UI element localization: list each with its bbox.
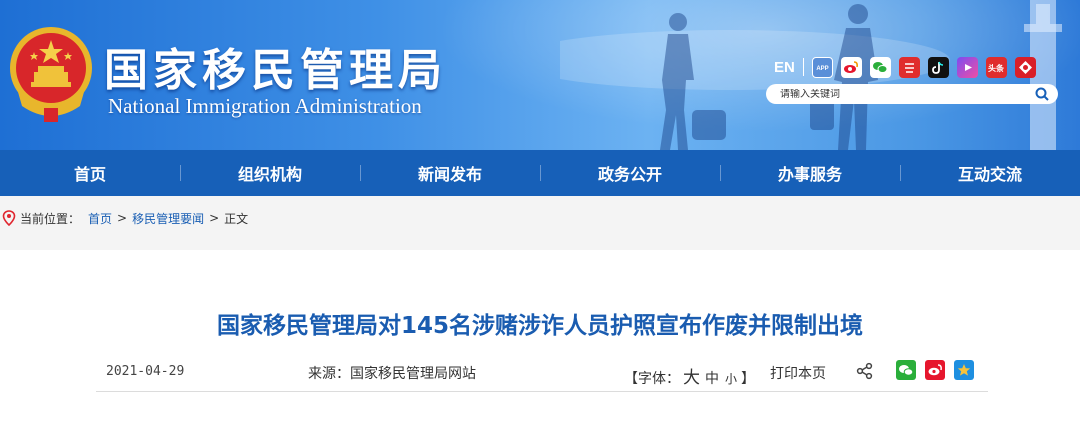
article-source: 来源：国家移民管理局网站	[308, 366, 476, 382]
site-title-en[interactable]: National Immigration Administration	[108, 94, 422, 119]
font-size-control: 【字体： 大 中 小 】	[624, 363, 755, 388]
font-small-button[interactable]: 小	[725, 370, 737, 387]
wechat-icon[interactable]	[869, 56, 891, 78]
breadcrumb-home-link[interactable]: 首页	[88, 210, 112, 227]
breadcrumb: 当前位置： 首页 > 移民管理要闻 > 正文	[0, 196, 1080, 240]
font-medium-button[interactable]: 中	[705, 368, 719, 388]
breadcrumb-current: 正文	[224, 211, 249, 226]
weibo-icon[interactable]	[840, 56, 862, 78]
breadcrumb-section-link[interactable]: 移民管理要闻	[132, 210, 204, 227]
article-title: 国家移民管理局对145名涉赌涉诈人员护照宣布作废并限制出境	[216, 313, 863, 339]
share-qzone-icon[interactable]	[954, 360, 974, 380]
toutiaohao-icon[interactable]: 头条	[985, 56, 1007, 78]
share-icon[interactable]	[856, 362, 874, 380]
breadcrumb-separator: >	[117, 211, 128, 225]
english-link[interactable]: EN	[774, 59, 795, 76]
app-icon[interactable]: APP	[811, 56, 833, 78]
print-button[interactable]: 打印本页	[770, 363, 826, 383]
font-size-label: 【字体：	[624, 371, 680, 387]
share-wechat-icon[interactable]	[896, 360, 916, 380]
breadcrumb-separator: >	[209, 211, 220, 225]
font-large-button[interactable]: 大	[683, 363, 700, 388]
nav-item-services[interactable]: 办事服务	[720, 150, 900, 196]
article-container: 国家移民管理局对145名涉赌涉诈人员护照宣布作废并限制出境 2021-04-29…	[0, 250, 1080, 438]
site-header: 国家移民管理局 National Immigration Administrat…	[0, 0, 1080, 150]
nav-item-organization[interactable]: 组织机构	[180, 150, 360, 196]
kuaishou-icon[interactable]	[956, 56, 978, 78]
font-size-close: 】	[741, 371, 756, 387]
site-title-cn[interactable]: 国家移民管理局	[104, 34, 447, 98]
breadcrumb-label: 当前位置：	[20, 211, 81, 226]
toolbar-divider	[802, 58, 804, 76]
nav-item-news[interactable]: 新闻发布	[360, 150, 540, 196]
toutiao-icon[interactable]	[898, 56, 920, 78]
header-toolbar: EN APP 头条	[774, 54, 1044, 80]
search-input[interactable]	[780, 88, 1030, 100]
national-emblem-icon[interactable]	[6, 22, 96, 126]
main-nav: 首页 组织机构 新闻发布 政务公开 办事服务 互动交流	[0, 150, 1080, 196]
nav-item-home[interactable]: 首页	[0, 150, 180, 196]
nav-item-public-affairs[interactable]: 政务公开	[540, 150, 720, 196]
article-date: 2021-04-29	[106, 364, 185, 379]
mix-icon[interactable]	[1014, 56, 1036, 78]
svg-text:APP: APP	[816, 66, 828, 72]
article-meta: 2021-04-29 来源：国家移民管理局网站 【字体： 大 中 小 】 打印本…	[96, 352, 988, 392]
share-weibo-icon[interactable]	[925, 360, 945, 380]
douyin-icon[interactable]	[927, 56, 949, 78]
search-icon[interactable]	[1034, 86, 1050, 102]
search-box	[766, 84, 1058, 104]
svg-text:头条: 头条	[988, 63, 1004, 73]
location-pin-icon	[2, 210, 16, 226]
nav-item-interaction[interactable]: 互动交流	[900, 150, 1080, 196]
